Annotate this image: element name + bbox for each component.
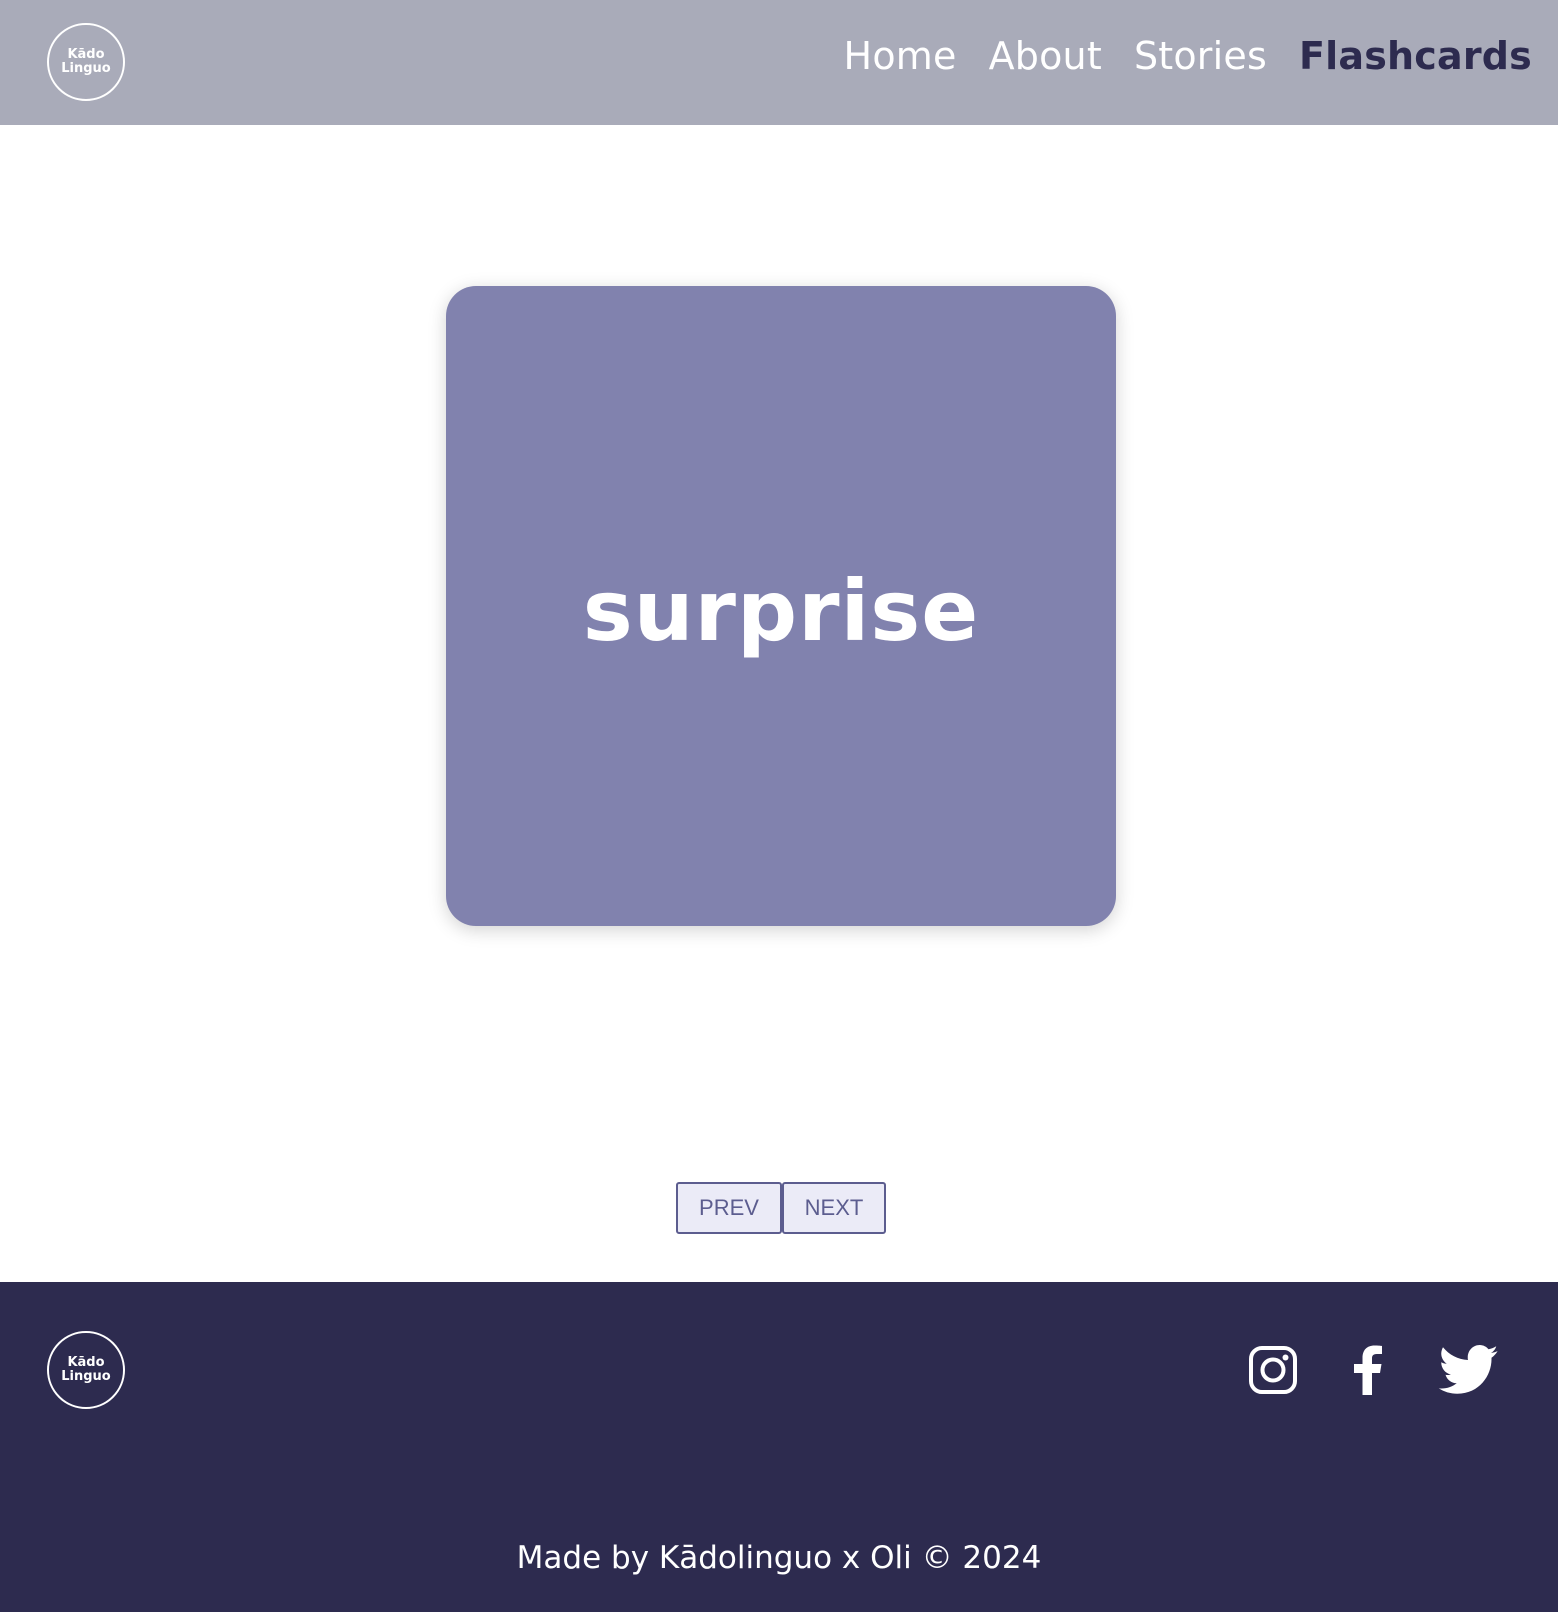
twitter-icon[interactable] xyxy=(1437,1344,1501,1396)
nav-link-flashcards[interactable]: Flashcards xyxy=(1299,34,1532,78)
nav-link-home[interactable]: Home xyxy=(844,34,957,78)
flashcard-word: surprise xyxy=(582,562,980,660)
flashcard-controls: PREV NEXT xyxy=(676,1182,886,1234)
logo-text-line2: Linguo xyxy=(61,1369,111,1384)
nav-link-stories[interactable]: Stories xyxy=(1134,34,1267,78)
site-footer: Kādo Linguo Made by Kādolinguo x Oli © 2… xyxy=(0,1282,1558,1612)
logo-text-line2: Linguo xyxy=(61,61,111,76)
prev-button[interactable]: PREV xyxy=(676,1182,782,1234)
main-nav: Home About Stories Flashcards xyxy=(844,34,1532,78)
logo-text-line1: Kādo xyxy=(67,47,105,62)
site-header: Kādo Linguo Home About Stories Flashcard… xyxy=(0,0,1558,125)
logo-text-line1: Kādo xyxy=(67,1355,105,1370)
instagram-icon[interactable] xyxy=(1247,1344,1299,1396)
facebook-icon[interactable] xyxy=(1347,1344,1387,1396)
page: Kādo Linguo Home About Stories Flashcard… xyxy=(0,0,1558,1612)
next-button[interactable]: NEXT xyxy=(782,1182,886,1234)
nav-link-about[interactable]: About xyxy=(989,34,1102,78)
footer-logo[interactable]: Kādo Linguo xyxy=(47,1331,125,1409)
header-logo[interactable]: Kādo Linguo xyxy=(47,23,125,101)
flashcard[interactable]: surprise xyxy=(446,286,1116,926)
copyright-text: Made by Kādolinguo x Oli © 2024 xyxy=(516,1540,1042,1576)
